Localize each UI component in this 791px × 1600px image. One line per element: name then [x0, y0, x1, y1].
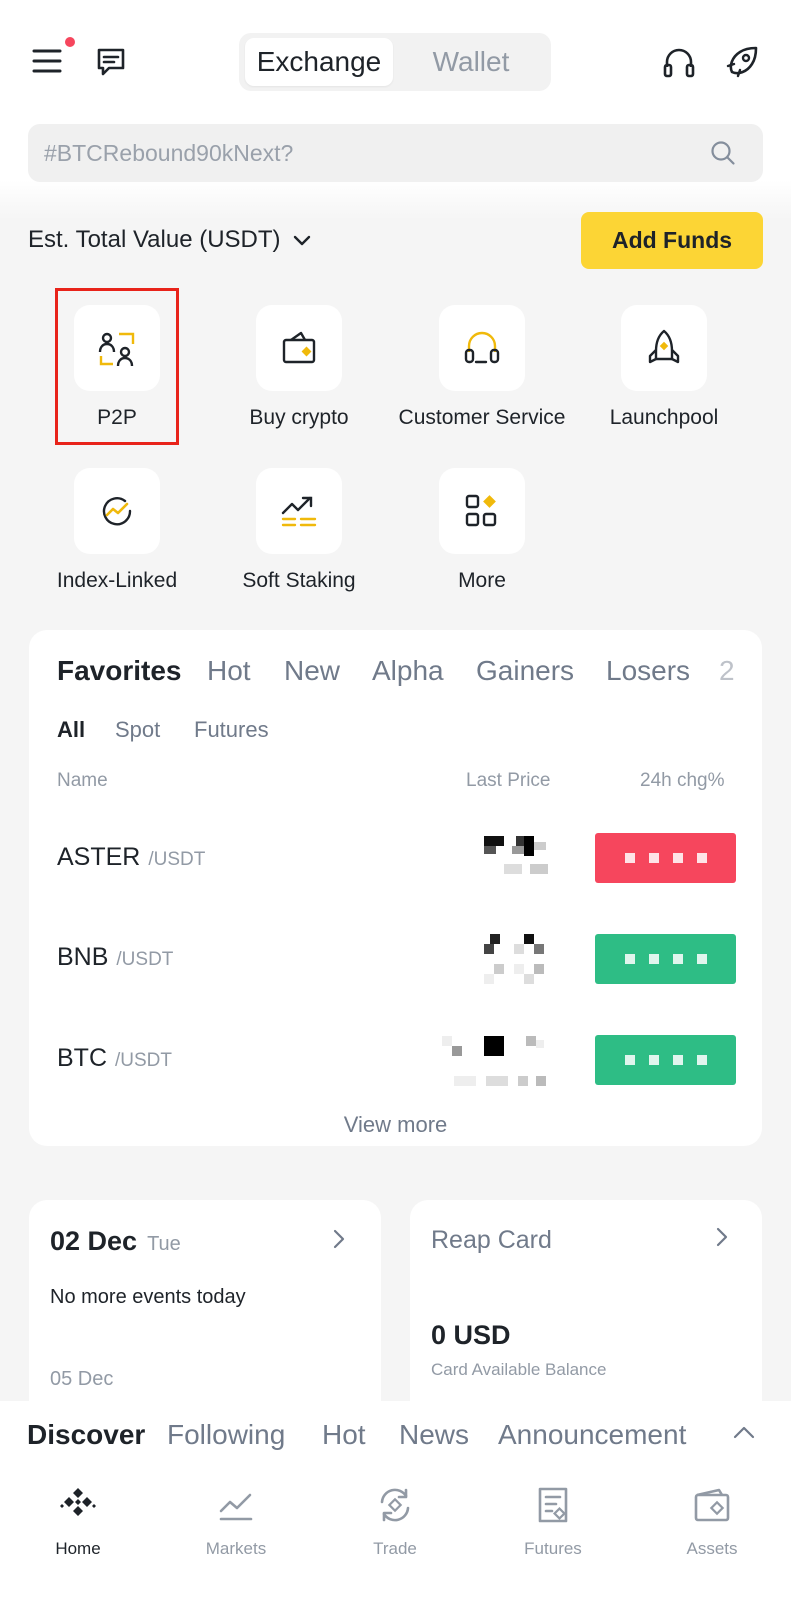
- exchange-wallet-switch: Exchange Wallet: [239, 33, 551, 91]
- price-redacted: [440, 1036, 556, 1091]
- customer-service-icon: [439, 305, 525, 391]
- nav-label: Trade: [373, 1539, 417, 1558]
- column-name: Name: [57, 770, 108, 791]
- pair-symbol: ASTER: [57, 843, 141, 871]
- shortcut-soft-staking[interactable]: Soft Staking: [209, 468, 389, 608]
- nav-markets[interactable]: Markets: [176, 1485, 296, 1585]
- nav-futures[interactable]: Futures: [493, 1485, 613, 1585]
- shortcut-more[interactable]: More: [392, 468, 572, 608]
- more-icon: [439, 468, 525, 554]
- launchpool-icon: [621, 305, 707, 391]
- est-total-value-label: Est. Total Value (USDT): [28, 226, 281, 253]
- add-funds-button[interactable]: Add Funds: [581, 212, 763, 269]
- shortcut-label: More: [458, 569, 506, 592]
- chevron-down-icon: [293, 226, 311, 254]
- shortcut-label: Soft Staking: [242, 569, 356, 592]
- soft-staking-icon: [256, 468, 342, 554]
- events-weekday: Tue: [147, 1233, 181, 1255]
- tab-new[interactable]: New: [284, 655, 340, 687]
- tab-gainers[interactable]: Gainers: [476, 655, 574, 687]
- markets-icon: [216, 1485, 256, 1525]
- chevron-right-icon[interactable]: [332, 1228, 346, 1255]
- shortcut-label: Index-Linked: [56, 569, 178, 592]
- reap-card-caption: Card Available Balance: [431, 1360, 607, 1379]
- tab-wallet[interactable]: Wallet: [397, 38, 545, 86]
- notification-dot: [65, 37, 75, 47]
- reap-card-amount: 0 USD: [431, 1320, 511, 1350]
- pair-quote: /USDT: [148, 849, 206, 870]
- index-linked-icon: [74, 468, 160, 554]
- futures-icon: [533, 1485, 573, 1525]
- nav-label: Futures: [524, 1539, 582, 1558]
- tab-alpha[interactable]: Alpha: [372, 655, 444, 687]
- shortcut-label: Customer Service: [398, 406, 566, 429]
- search-icon[interactable]: [708, 138, 738, 168]
- table-row[interactable]: BTC /USDT: [57, 1044, 172, 1073]
- tab-discover[interactable]: Discover: [27, 1419, 145, 1451]
- buy-crypto-icon: [256, 305, 342, 391]
- change-badge: [595, 1035, 736, 1085]
- tab-overflow[interactable]: 2: [719, 655, 735, 687]
- pair-quote: /USDT: [116, 949, 174, 970]
- tab-feed-hot[interactable]: Hot: [322, 1419, 366, 1451]
- tab-following[interactable]: Following: [167, 1419, 285, 1451]
- pair-symbol: BNB: [57, 943, 109, 971]
- pair-symbol: BTC: [57, 1044, 107, 1072]
- search-placeholder: #BTCRebound90kNext?: [44, 140, 294, 166]
- pair-quote: /USDT: [115, 1050, 172, 1071]
- headset-icon[interactable]: [660, 44, 698, 82]
- events-message: No more events today: [50, 1286, 246, 1308]
- home-icon: [58, 1485, 98, 1525]
- table-row[interactable]: BNB /USDT: [57, 943, 173, 972]
- tab-losers[interactable]: Losers: [606, 655, 690, 687]
- trade-icon: [375, 1485, 415, 1525]
- subtab-futures[interactable]: Futures: [194, 717, 269, 743]
- view-more-link[interactable]: View more: [29, 1112, 762, 1138]
- assets-icon: [692, 1485, 732, 1525]
- change-badge: [595, 934, 736, 984]
- tab-exchange[interactable]: Exchange: [245, 38, 393, 86]
- reap-card-title: Reap Card: [431, 1226, 552, 1254]
- chevron-up-icon[interactable]: [733, 1425, 755, 1444]
- est-total-value-dropdown[interactable]: Est. Total Value (USDT): [28, 226, 311, 254]
- chevron-right-icon[interactable]: [715, 1226, 729, 1253]
- tab-hot[interactable]: Hot: [207, 655, 251, 687]
- nav-label: Assets: [686, 1539, 738, 1558]
- nav-trade[interactable]: Trade: [335, 1485, 455, 1585]
- search-input[interactable]: #BTCRebound90kNext?: [28, 124, 763, 182]
- shortcut-index-linked[interactable]: Index-Linked: [27, 468, 207, 608]
- events-next-date: 05 Dec: [50, 1368, 114, 1390]
- tab-favorites[interactable]: Favorites: [57, 655, 182, 687]
- shortcut-label: Launchpool: [609, 406, 719, 429]
- hamburger-menu-icon[interactable]: [30, 44, 64, 78]
- subtab-all[interactable]: All: [57, 717, 85, 743]
- nav-label: Home: [55, 1539, 101, 1558]
- shortcut-customer-service[interactable]: Customer Service: [392, 305, 572, 445]
- tab-news[interactable]: News: [399, 1419, 469, 1451]
- nav-assets[interactable]: Assets: [652, 1485, 772, 1585]
- tab-announcement[interactable]: Announcement: [498, 1419, 686, 1451]
- rocket-avatar-icon[interactable]: [723, 42, 761, 82]
- events-date: 02 Dec: [50, 1226, 138, 1256]
- bottom-nav: Home Markets Trade Futures Assets: [0, 1473, 791, 1600]
- feed-tab-bar: Discover Following Hot News Announcement: [0, 1401, 791, 1473]
- highlight-box: [55, 288, 179, 445]
- shortcut-launchpool[interactable]: Launchpool: [574, 305, 754, 445]
- price-redacted: [484, 836, 556, 881]
- column-last-price: Last Price: [466, 770, 551, 791]
- nav-label: Markets: [205, 1539, 267, 1558]
- shortcut-label: Buy crypto: [249, 406, 349, 429]
- subtab-spot[interactable]: Spot: [115, 717, 160, 743]
- change-badge: [595, 833, 736, 883]
- nav-home[interactable]: Home: [18, 1485, 138, 1585]
- chat-message-icon[interactable]: [93, 44, 129, 80]
- shortcut-buy-crypto[interactable]: Buy crypto: [209, 305, 389, 445]
- table-row[interactable]: ASTER /USDT: [57, 843, 205, 872]
- price-redacted: [484, 934, 556, 989]
- events-date-row: 02 Dec Tue: [50, 1226, 181, 1257]
- column-24h-change: 24h chg%: [640, 770, 725, 791]
